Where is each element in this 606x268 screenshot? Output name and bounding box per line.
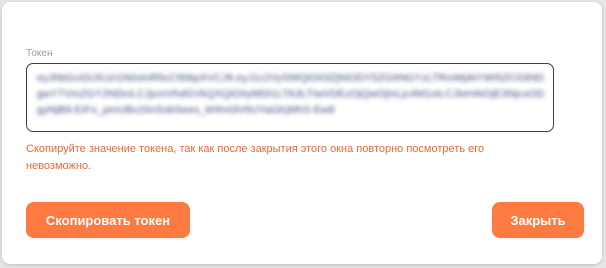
token-field[interactable]: eyJhbGciOiJIUzI1NiIsInR5cCI6IkpXVCJ9.eyJ… [26,63,554,132]
copy-token-button[interactable]: Скопировать токен [26,202,190,238]
token-value[interactable]: eyJhbGciOiJIUzI1NiIsInR5cCI6IkpXVCJ9.eyJ… [37,70,545,118]
token-dialog: Токен eyJhbGciOiJIUzI1NiIsInR5cCI6IkpXVC… [2,2,602,264]
close-button[interactable]: Закрыть [492,202,584,238]
warning-message: Скопируйте значение токена, так как посл… [26,143,485,172]
token-field-label: Токен [26,48,53,59]
